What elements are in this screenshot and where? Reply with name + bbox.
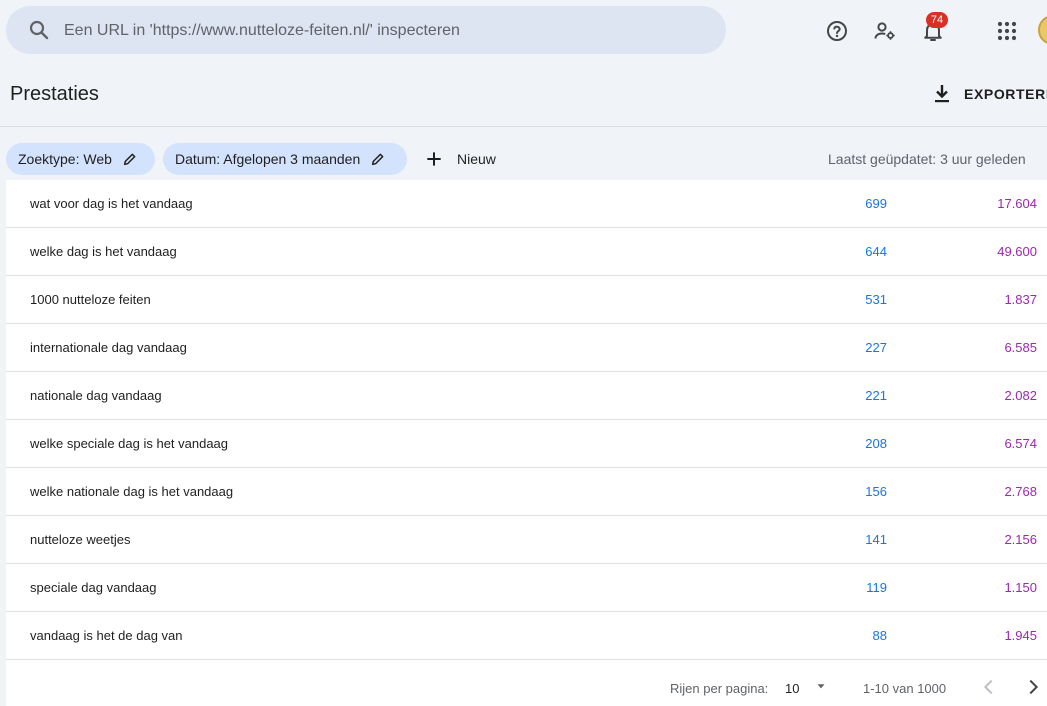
search-input[interactable] — [62, 6, 706, 56]
table-row[interactable]: vandaag is het de dag van 88 1.945 — [6, 612, 1047, 660]
page-range: 1-10 van 1000 — [863, 681, 947, 696]
rows-per-page-label: Rijen per pagina: — [670, 681, 769, 696]
clicks-cell: 141 — [865, 532, 887, 547]
new-filter-button[interactable]: Nieuw — [424, 147, 496, 171]
query-cell: internationale dag vandaag — [30, 340, 187, 355]
impressions-cell: 2.768 — [1004, 484, 1037, 499]
query-cell: nutteloze weetjes — [30, 532, 131, 547]
query-cell: welke speciale dag is het vandaag — [30, 436, 229, 451]
impressions-cell: 1.150 — [1004, 580, 1037, 595]
account-avatar[interactable] — [1038, 15, 1047, 45]
table-row[interactable]: 1000 nutteloze feiten 531 1.837 — [6, 276, 1047, 324]
impressions-cell: 6.574 — [1004, 436, 1037, 451]
impressions-cell: 2.156 — [1004, 532, 1037, 547]
rows-per-page-select[interactable]: 10 — [785, 681, 799, 696]
notification-badge: 74 — [926, 12, 948, 28]
help-icon[interactable] — [825, 19, 849, 43]
previous-page-icon[interactable] — [978, 676, 1000, 698]
query-cell: vandaag is het de dag van — [30, 628, 183, 643]
page-header: Prestaties EXPORTEREN — [0, 62, 1047, 127]
apps-grid-icon[interactable] — [995, 19, 1019, 43]
top-bar: 74 — [0, 0, 1047, 62]
last-updated: Laatst geüpdatet: 3 uur geleden — [828, 151, 1026, 167]
impressions-cell: 17.604 — [997, 196, 1037, 211]
table-row[interactable]: wat voor dag is het vandaag 699 17.604 — [6, 180, 1047, 228]
table-row[interactable]: speciale dag vandaag 119 1.150 — [6, 564, 1047, 612]
impressions-cell: 1.837 — [1004, 292, 1037, 307]
clicks-cell: 156 — [865, 484, 887, 499]
search-type-chip[interactable]: Zoektype: Web — [6, 143, 155, 175]
date-chip[interactable]: Datum: Afgelopen 3 maanden — [163, 143, 407, 175]
clicks-cell: 221 — [865, 388, 887, 403]
table-row[interactable]: welke dag is het vandaag 644 49.600 — [6, 228, 1047, 276]
query-cell: welke nationale dag is het vandaag — [30, 484, 234, 499]
query-cell: nationale dag vandaag — [30, 388, 162, 403]
date-chip-label: Datum: Afgelopen 3 maanden — [175, 151, 361, 167]
dropdown-arrow-icon[interactable] — [814, 679, 828, 693]
new-filter-label: Nieuw — [457, 151, 496, 167]
query-cell: welke dag is het vandaag — [30, 244, 177, 259]
impressions-cell: 1.945 — [1004, 628, 1037, 643]
clicks-cell: 227 — [865, 340, 887, 355]
download-icon — [935, 85, 949, 103]
user-settings-icon[interactable] — [873, 19, 897, 43]
search-type-chip-label: Zoektype: Web — [18, 151, 112, 167]
table-row[interactable]: nutteloze weetjes 141 2.156 — [6, 516, 1047, 564]
page-title: Prestaties — [10, 83, 99, 105]
query-cell: speciale dag vandaag — [30, 580, 157, 595]
clicks-cell: 88 — [872, 628, 887, 643]
edit-icon[interactable] — [370, 151, 386, 167]
edit-icon[interactable] — [122, 151, 138, 167]
table-row[interactable]: internationale dag vandaag 227 6.585 — [6, 324, 1047, 372]
clicks-cell: 208 — [865, 436, 887, 451]
queries-table: wat voor dag is het vandaag 699 17.604 w… — [6, 180, 1047, 706]
search-icon — [29, 20, 49, 40]
export-label: EXPORTEREN — [964, 86, 1047, 102]
clicks-cell: 644 — [865, 244, 887, 259]
impressions-cell: 2.082 — [1004, 388, 1037, 403]
plus-icon — [427, 152, 441, 166]
impressions-cell: 6.585 — [1004, 340, 1037, 355]
table-row[interactable]: welke speciale dag is het vandaag 208 6.… — [6, 420, 1047, 468]
clicks-cell: 119 — [866, 580, 887, 595]
export-button[interactable]: EXPORTEREN — [930, 80, 1047, 108]
url-inspection-search[interactable] — [6, 6, 726, 56]
query-cell: wat voor dag is het vandaag — [30, 196, 193, 211]
table-row[interactable]: nationale dag vandaag 221 2.082 — [6, 372, 1047, 420]
clicks-cell: 699 — [865, 196, 887, 211]
impressions-cell: 49.600 — [997, 244, 1037, 259]
query-cell: 1000 nutteloze feiten — [30, 292, 151, 307]
clicks-cell: 531 — [865, 292, 887, 307]
next-page-icon[interactable] — [1022, 676, 1044, 698]
table-row[interactable]: welke nationale dag is het vandaag 156 2… — [6, 468, 1047, 516]
pagination: Rijen per pagina: 10 1-10 van 1000 — [6, 660, 1047, 706]
